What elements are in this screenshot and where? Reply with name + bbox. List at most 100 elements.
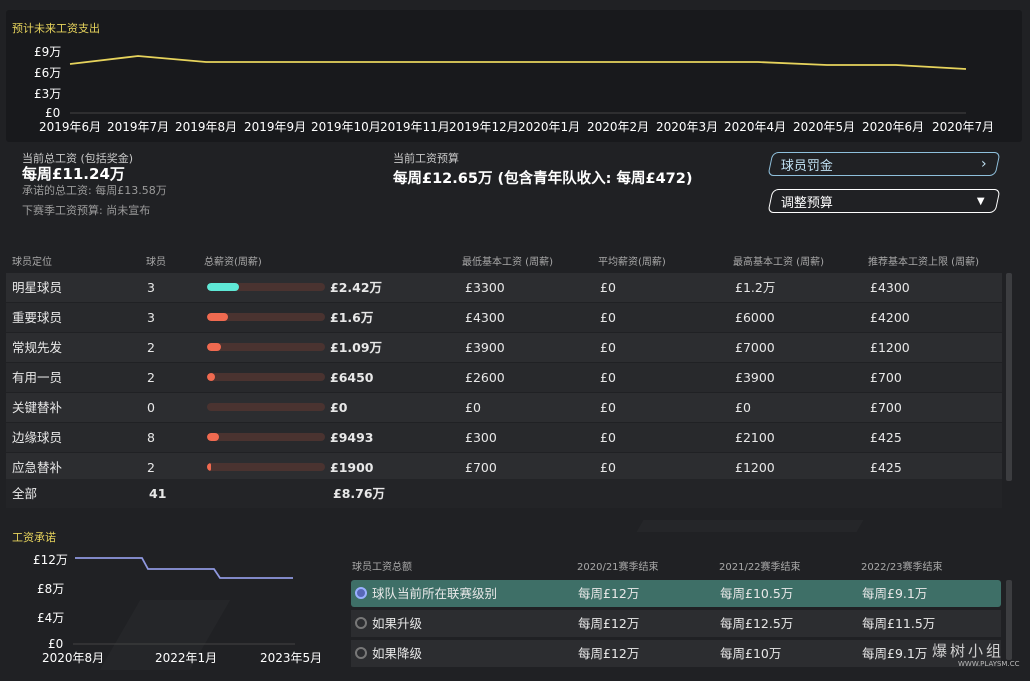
wage-bar-fill (207, 433, 219, 441)
table-row[interactable]: 重要球员 3 £1.6万 £4300 £0 £6000 £4200 (6, 303, 1002, 332)
commit-x-tick: 2023年5月 (260, 651, 323, 665)
cell-role: 有用一员 (12, 370, 63, 385)
adjust-budget-button[interactable]: 调整预算 ▼ (767, 189, 1001, 213)
commit-x-tick: 2022年1月 (155, 651, 218, 665)
cell-min: £300 (465, 430, 497, 445)
cell-avg: £0 (600, 460, 616, 475)
wage-bar-track (207, 433, 325, 441)
table-row[interactable]: 应急替补 2 £1900 £700 £0 £1200 £425 (6, 453, 1002, 482)
cell-max: £7000 (735, 340, 775, 355)
commit-label: 如果降级 (372, 646, 423, 661)
commitment-row[interactable]: 如果升级 每周£12万 每周£12.5万 每周£11.5万 (351, 610, 1001, 637)
cell-cap: £700 (870, 370, 902, 385)
col-header-cap[interactable]: 推荐基本工资上限 (周薪) (868, 253, 979, 268)
commitment-line (75, 557, 293, 579)
total-wage: £8.76万 (333, 486, 386, 501)
table-row[interactable]: 有用一员 2 £6450 £2600 £0 £3900 £700 (6, 363, 1002, 392)
cell-min: £0 (465, 400, 481, 415)
commit-season1: 每周£12万 (578, 586, 640, 601)
forecast-x-tick: 2019年12月 (449, 120, 519, 134)
cell-avg: £0 (600, 430, 616, 445)
col-header-min[interactable]: 最低基本工资 (周薪) (462, 253, 553, 268)
cell-max: £1.2万 (735, 280, 776, 295)
commit-header-label: 球员工资总额 (352, 562, 412, 573)
commit-header-season1: 2020/21赛季结束 (577, 562, 659, 573)
commitment-row[interactable]: 球队当前所在联赛级别 每周£12万 每周£10.5万 每周£9.1万 (351, 580, 1001, 607)
radio-icon[interactable] (355, 647, 367, 659)
cell-min: £3300 (465, 280, 505, 295)
wage-bar-track (207, 373, 325, 381)
cell-count: 3 (147, 280, 155, 295)
cell-count: 8 (147, 430, 155, 445)
forecast-x-tick: 2019年11月 (380, 120, 450, 134)
commit-season1: 每周£12万 (578, 616, 640, 631)
commit-scrollbar[interactable] (1006, 580, 1012, 660)
cell-count: 2 (147, 460, 155, 475)
wage-bar-track (207, 283, 325, 291)
cell-cap: £425 (870, 430, 902, 445)
cell-cap: £4200 (870, 310, 910, 325)
table-row[interactable]: 常规先发 2 £1.09万 £3900 £0 £7000 £1200 (6, 333, 1002, 362)
cell-max: £2100 (735, 430, 775, 445)
player-penalty-label: 球员罚金 (781, 158, 834, 174)
wage-bar-fill (207, 463, 211, 471)
cell-total: £1.6万 (330, 310, 374, 325)
cell-cap: £425 (870, 460, 902, 475)
cell-count: 0 (147, 400, 155, 415)
forecast-x-tick: 2019年6月 (39, 120, 102, 134)
forecast-x-tick: 2020年6月 (862, 120, 925, 134)
chevron-down-icon: ▼ (977, 195, 985, 207)
commit-season1: 每周£12万 (578, 646, 640, 661)
wage-bar-fill (207, 373, 216, 381)
budget-label: 当前工资预算 (393, 152, 459, 165)
col-header-count[interactable]: 球员 (146, 253, 166, 268)
cell-avg: £0 (600, 280, 616, 295)
commit-season2: 每周£12.5万 (720, 616, 794, 631)
wage-bar-fill (207, 283, 239, 291)
table-row[interactable]: 边缘球员 8 £9493 £300 £0 £2100 £425 (6, 423, 1002, 452)
cell-cap: £1200 (870, 340, 910, 355)
commitments-chart (73, 557, 295, 645)
cell-avg: £0 (600, 310, 616, 325)
col-header-max[interactable]: 最高基本工资 (周薪) (733, 253, 824, 268)
cell-role: 常规先发 (12, 340, 63, 355)
forecast-x-tick: 2019年10月 (311, 120, 381, 134)
adjust-budget-label: 调整预算 (781, 195, 834, 211)
commit-header-season3: 2022/23赛季结束 (861, 562, 943, 573)
cell-max: £6000 (735, 310, 775, 325)
forecast-x-tick: 2019年8月 (175, 120, 238, 134)
table-row[interactable]: 明星球员 3 £2.42万 £3300 £0 £1.2万 £4300 (6, 273, 1002, 302)
forecast-x-tick: 2020年1月 (518, 120, 581, 134)
table-row[interactable]: 关键替补 0 £0 £0 £0 £0 £700 (6, 393, 1002, 422)
watermark-name: 爆树小组 (932, 642, 1005, 660)
cell-avg: £0 (600, 370, 616, 385)
table-scrollbar[interactable] (1006, 273, 1012, 481)
cell-total: £6450 (330, 370, 374, 385)
commit-season3: 每周£9.1万 (862, 586, 928, 601)
player-penalty-button[interactable]: 球员罚金 › (767, 152, 1001, 176)
cell-cap: £700 (870, 400, 902, 415)
commit-x-tick: 2020年8月 (42, 651, 105, 665)
cell-role: 边缘球员 (12, 430, 63, 445)
commit-season2: 每周£10万 (720, 646, 782, 661)
wage-bar-fill (207, 313, 229, 321)
cell-role: 重要球员 (12, 310, 63, 325)
commit-header-season2: 2021/22赛季结束 (719, 562, 801, 573)
total-label: 全部 (12, 486, 38, 501)
wage-bar-track (207, 403, 325, 411)
forecast-x-tick: 2020年2月 (587, 120, 650, 134)
col-header-total[interactable]: 总薪资(周薪) (204, 253, 262, 268)
forecast-x-tick: 2019年9月 (244, 120, 307, 134)
radio-icon[interactable] (355, 617, 367, 629)
commitment-row[interactable]: 如果降级 每周£12万 每周£10万 每周£9.1万 (351, 640, 1001, 667)
forecast-x-tick: 2020年4月 (724, 120, 787, 134)
col-header-avg[interactable]: 平均薪资(周薪) (598, 253, 666, 268)
cell-role: 明星球员 (12, 280, 63, 295)
radio-icon[interactable] (355, 587, 367, 599)
budget-value: 每周£12.65万 (包含青年队收入: 每周£472) (393, 171, 693, 187)
cell-count: 2 (147, 370, 155, 385)
cell-max: £1200 (735, 460, 775, 475)
forecast-x-tick: 2020年3月 (656, 120, 719, 134)
col-header-role[interactable]: 球员定位 (12, 253, 52, 268)
cell-max: £0 (735, 400, 751, 415)
